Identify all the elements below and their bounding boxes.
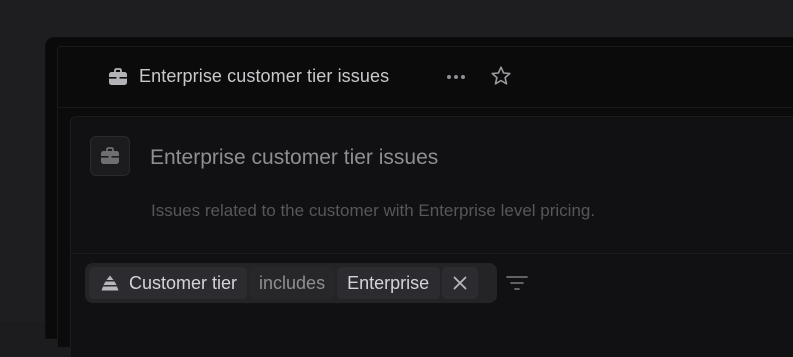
filter-remove-button[interactable]	[442, 267, 479, 299]
filter-value-button[interactable]: Enterprise	[337, 267, 441, 299]
layers-icon	[101, 275, 119, 291]
close-icon	[453, 276, 467, 290]
briefcase-icon	[108, 68, 128, 86]
view-panel: Enterprise customer tier issues Enterpri…	[57, 46, 793, 357]
view-details-card: Enterprise customer tier issues Issues r…	[70, 116, 793, 357]
view-icon-button[interactable]	[90, 136, 130, 176]
filter-field-label: Customer tier	[129, 272, 238, 293]
divider	[71, 253, 793, 254]
star-icon[interactable]	[490, 65, 512, 87]
view-header: Enterprise customer tier issues	[58, 47, 793, 108]
view-name-field[interactable]: Enterprise customer tier issues	[150, 146, 438, 170]
briefcase-icon	[101, 147, 119, 164]
app-window: Enterprise customer tier issues Enterpri…	[46, 38, 793, 357]
more-horizontal-icon[interactable]	[445, 69, 467, 85]
filter-value-label: Enterprise	[347, 272, 430, 293]
filter-field-button[interactable]: Customer tier	[89, 267, 248, 299]
view-title[interactable]: Enterprise customer tier issues	[139, 66, 389, 87]
filter-chip: Customer tier includes Enterprise	[85, 263, 497, 303]
filter-operator-button[interactable]: includes	[249, 267, 336, 299]
view-description-field[interactable]: Issues related to the customer with Ente…	[151, 201, 595, 221]
filter-operator-label: includes	[259, 272, 326, 293]
filter-lines-icon[interactable]	[505, 272, 529, 294]
